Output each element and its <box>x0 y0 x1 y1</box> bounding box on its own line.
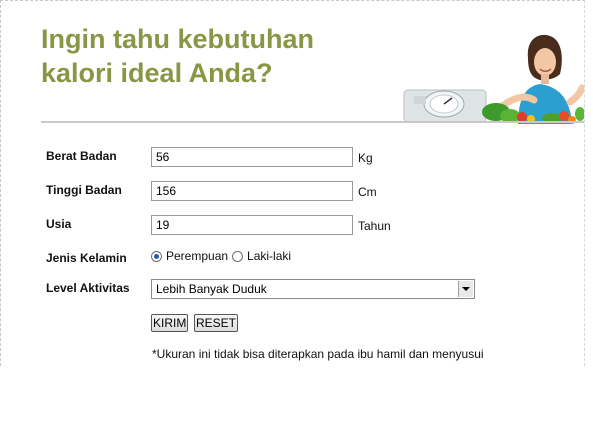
title-line-1: Ingin tahu kebutuhan <box>41 24 314 54</box>
header-divider <box>41 121 584 123</box>
submit-button[interactable]: KIRIM <box>151 314 189 332</box>
chevron-down-icon[interactable] <box>458 281 473 297</box>
weight-input[interactable] <box>151 147 353 167</box>
gender-radio-perempuan[interactable] <box>151 250 162 262</box>
height-input[interactable] <box>151 181 353 201</box>
weight-label: Berat Badan <box>46 149 117 163</box>
gender-option-perempuan-label[interactable]: Perempuan <box>166 249 228 263</box>
activity-label: Level Aktivitas <box>46 281 130 295</box>
age-unit: Tahun <box>358 219 391 233</box>
weight-unit: Kg <box>358 151 373 165</box>
height-unit: Cm <box>358 185 377 199</box>
gender-option-laki-laki-label[interactable]: Laki-laki <box>247 249 291 263</box>
disclaimer-note: *Ukuran ini tidak bisa diterapkan pada i… <box>152 347 484 361</box>
scale-icon <box>403 89 487 123</box>
reset-button[interactable]: RESET <box>194 314 239 332</box>
age-input[interactable] <box>151 215 353 235</box>
height-label: Tinggi Badan <box>46 183 122 197</box>
gender-label: Jenis Kelamin <box>46 251 127 265</box>
activity-select[interactable]: Lebih Banyak Duduk <box>151 279 475 299</box>
activity-selected-value: Lebih Banyak Duduk <box>156 282 267 296</box>
age-label: Usia <box>46 217 72 231</box>
title-line-2: kalori ideal Anda? <box>41 58 273 88</box>
gender-radio-laki-laki[interactable] <box>232 250 244 262</box>
hero-illustration <box>403 34 584 124</box>
page-title: Ingin tahu kebutuhan kalori ideal Anda? <box>41 22 314 90</box>
gender-radio-group: Perempuan Laki-laki <box>151 249 295 263</box>
